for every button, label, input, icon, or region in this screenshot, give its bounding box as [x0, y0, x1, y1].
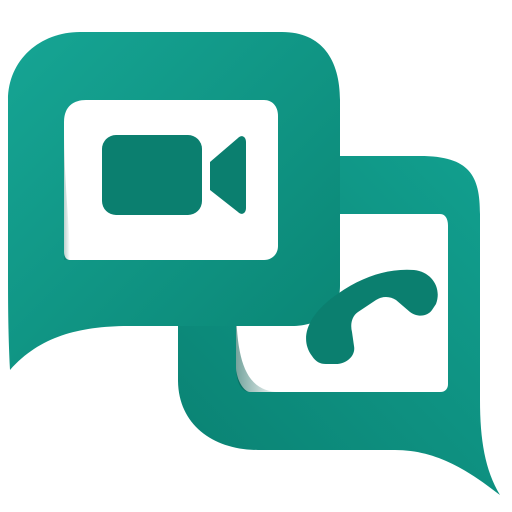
video-call-chat-logo-icon [8, 32, 500, 495]
app-icon-canvas [0, 0, 512, 512]
